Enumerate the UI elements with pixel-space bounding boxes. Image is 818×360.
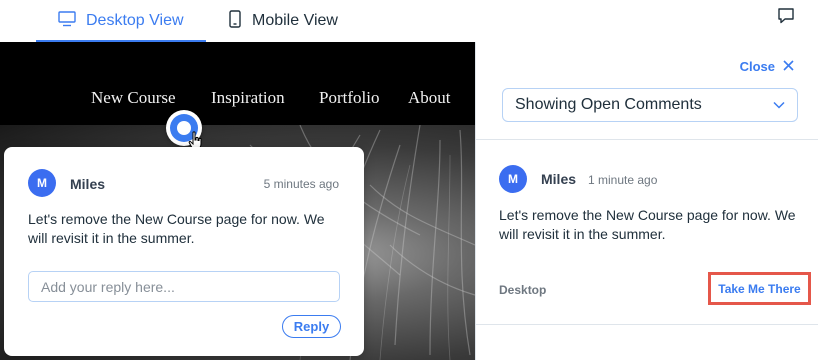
comment-icon[interactable] [777, 7, 795, 25]
comment-filter-dropdown[interactable]: Showing Open Comments [502, 88, 798, 122]
comment-time: 5 minutes ago [263, 177, 339, 191]
site-nav-new-course[interactable]: New Course [91, 88, 176, 108]
comments-panel: Close Showing Open Comments M Miles 1 mi… [475, 42, 818, 360]
tab-mobile-view[interactable]: Mobile View [228, 0, 358, 42]
comment-body: Let's remove the New Course page for now… [499, 207, 796, 242]
site-nav-about[interactable]: About [408, 88, 451, 108]
site-nav-portfolio[interactable]: Portfolio [319, 88, 379, 108]
chevron-down-icon [773, 96, 785, 114]
desktop-icon [58, 10, 76, 32]
close-icon [783, 59, 794, 74]
take-me-there-button[interactable]: Take Me There [708, 272, 811, 305]
close-label: Close [739, 59, 775, 74]
reply-input[interactable] [28, 271, 340, 302]
mobile-icon [228, 9, 242, 33]
tab-desktop-label: Desktop View [86, 12, 184, 29]
comment-body: Let's remove the New Course page for now… [28, 211, 325, 246]
site-nav-inspiration[interactable]: Inspiration [211, 88, 285, 108]
avatar: M [499, 165, 527, 193]
tab-desktop-view[interactable]: Desktop View [36, 0, 206, 42]
filter-value: Showing Open Comments [515, 96, 702, 113]
comment-time: 1 minute ago [588, 173, 658, 187]
site-navigation: New Course Inspiration Portfolio About [0, 42, 475, 125]
comment-list-item[interactable]: M Miles 1 minute ago Let's remove the Ne… [476, 140, 818, 324]
avatar: M [28, 169, 56, 197]
close-button[interactable]: Close [740, 59, 794, 74]
divider [476, 324, 818, 325]
comment-platform: Desktop [499, 283, 547, 297]
reply-button[interactable]: Reply [282, 315, 341, 338]
comment-author: Miles [541, 171, 577, 187]
comment-author: Miles [70, 176, 106, 192]
tab-mobile-label: Mobile View [252, 12, 338, 29]
comment-popup: M Miles 5 minutes ago Let's remove the N… [4, 147, 364, 356]
top-bar: Desktop View Mobile View [0, 0, 818, 42]
